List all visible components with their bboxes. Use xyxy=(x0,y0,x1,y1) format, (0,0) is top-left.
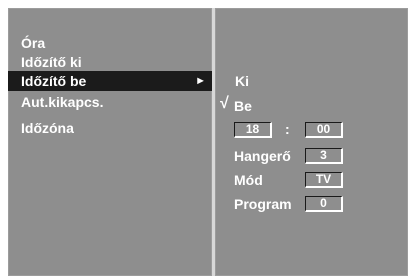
mode-field[interactable]: TV xyxy=(305,172,343,188)
menu-item-label: Időzítő be xyxy=(21,73,87,89)
menu-item-label: Időzóna xyxy=(21,120,74,136)
main-menu-panel: Óra Időzítő ki Időzítő be ► Aut.kikapcs.… xyxy=(8,8,212,276)
volume-field[interactable]: 3 xyxy=(305,148,343,164)
menu-item-timezone[interactable]: Időzóna xyxy=(8,118,212,138)
program-label: Program xyxy=(234,196,292,212)
option-on-label: Be xyxy=(234,98,252,114)
timer-on-submenu-panel: Ki √ Be 18 : 00 Hangerő 3 Mód TV Program… xyxy=(215,8,408,276)
menu-item-label: Óra xyxy=(21,35,46,51)
menu-item-clock[interactable]: Óra xyxy=(8,33,212,53)
hour-field[interactable]: 18 xyxy=(234,122,272,138)
menu-item-timer-on[interactable]: Időzítő be ► xyxy=(8,71,212,91)
option-off-label: Ki xyxy=(235,73,249,89)
menu-item-auto-off[interactable]: Aut.kikapcs. xyxy=(8,92,212,112)
tv-osd-screen: Óra Időzítő ki Időzítő be ► Aut.kikapcs.… xyxy=(0,0,408,280)
volume-label: Hangerő xyxy=(234,148,291,164)
minute-field[interactable]: 00 xyxy=(305,122,343,138)
option-off[interactable]: Ki xyxy=(235,72,249,90)
checkmark-icon: √ xyxy=(220,95,229,112)
menu-item-label: Aut.kikapcs. xyxy=(21,94,104,110)
mode-label: Mód xyxy=(234,172,263,188)
submenu-arrow-icon: ► xyxy=(195,75,206,87)
time-separator: : xyxy=(285,121,290,137)
menu-item-timer-off[interactable]: Időzítő ki xyxy=(8,52,212,72)
program-field[interactable]: 0 xyxy=(305,196,343,212)
menu-item-label: Időzítő ki xyxy=(21,54,82,70)
option-on[interactable]: Be xyxy=(234,97,252,115)
